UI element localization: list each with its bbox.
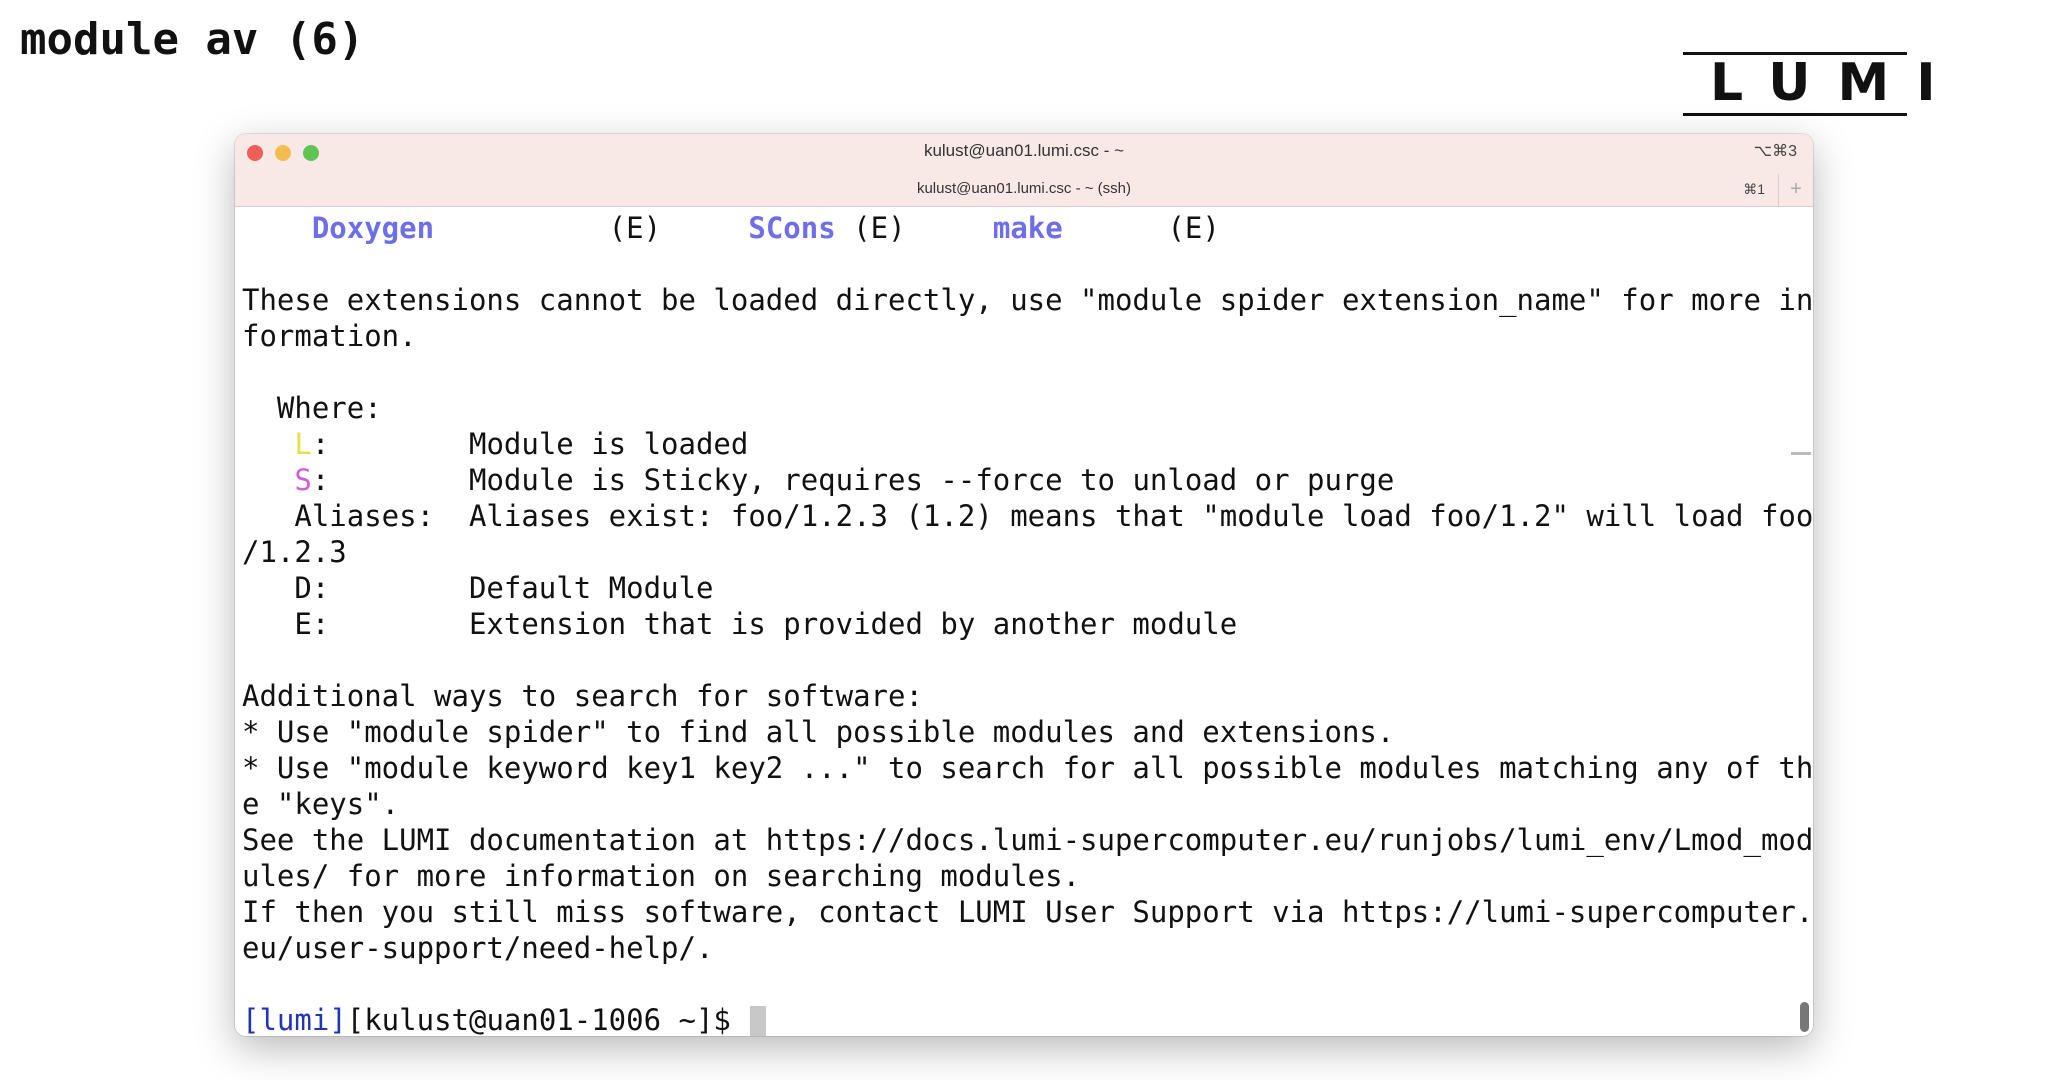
tab-shortcut: ⌘1 — [1743, 181, 1765, 197]
output-line: formation. — [242, 319, 417, 353]
output-line: * Use "module spider" to find all possib… — [242, 715, 1395, 749]
output-line: See the LUMI documentation at https://do… — [242, 823, 1813, 857]
output-line: Aliases: Aliases exist: foo/1.2.3 (1.2) … — [242, 499, 1813, 533]
text-cursor — [750, 1005, 767, 1036]
tab-ssh-session[interactable]: kulust@uan01.lumi.csc - ~ (ssh) — [235, 180, 1813, 197]
new-tab-button[interactable]: + — [1778, 174, 1813, 206]
extension-name: SCons — [748, 211, 836, 245]
slide-title: module av (6) — [20, 14, 365, 65]
extension-tag: (E) — [1167, 211, 1220, 245]
output-line: /1.2.3 — [242, 535, 347, 569]
scrollbar-thumb[interactable] — [1800, 1002, 1809, 1032]
extensions-line: Doxygen (E) SCons (E) make (E) — [242, 210, 1813, 246]
output-line: These extensions cannot be loaded direct… — [242, 283, 1813, 317]
window-shortcut: ⌥⌘3 — [1753, 143, 1797, 160]
terminal-output[interactable]: Doxygen (E) SCons (E) make (E) These ext… — [235, 207, 1813, 1036]
terminal-window: kulust@uan01.lumi.csc - ~ ⌥⌘3 kulust@uan… — [235, 134, 1813, 1036]
output-line: * Use "module keyword key1 key2 ..." to … — [242, 751, 1813, 785]
extension-tag: (E) — [853, 211, 906, 245]
output-line: ules/ for more information on searching … — [242, 859, 1081, 893]
window-title: kulust@uan01.lumi.csc - ~ — [923, 141, 1125, 160]
legend-loaded-line: L: Module is loaded — [294, 427, 749, 461]
legend-sticky-line: S: Module is Sticky, requires --force to… — [294, 463, 1395, 497]
tab-bar: kulust@uan01.lumi.csc - ~ (ssh) ⌘1 + — [235, 174, 1813, 206]
extension-name: Doxygen — [311, 211, 435, 245]
legend-letter-sticky: S — [294, 463, 312, 497]
output-line: e "keys". — [242, 787, 400, 821]
legend-letter-loaded: L — [294, 427, 312, 461]
titlebar: kulust@uan01.lumi.csc - ~ ⌥⌘3 kulust@uan… — [235, 134, 1813, 207]
output-line: Additional ways to search for software: — [242, 679, 923, 713]
prompt-text: [kulust@uan01-1006 ~]$ — [346, 1003, 749, 1036]
output-line: D: Default Module — [242, 571, 714, 605]
output-line: E: Extension that is provided by another… — [242, 607, 1238, 641]
lumi-logo: LUMI — [1683, 52, 1936, 116]
extension-tag: (E) — [608, 211, 662, 245]
output-line: eu/user-support/need-help/. — [242, 931, 714, 965]
prompt-line[interactable]: [lumi][kulust@uan01-1006 ~]$ — [242, 1002, 1813, 1036]
scrollbar-marker — [1791, 452, 1811, 455]
extension-name: make — [992, 211, 1063, 245]
output-line: If then you still miss software, contact… — [242, 895, 1813, 929]
output-line: Where: — [242, 391, 382, 425]
prompt-host-tag: [lumi] — [242, 1003, 347, 1036]
